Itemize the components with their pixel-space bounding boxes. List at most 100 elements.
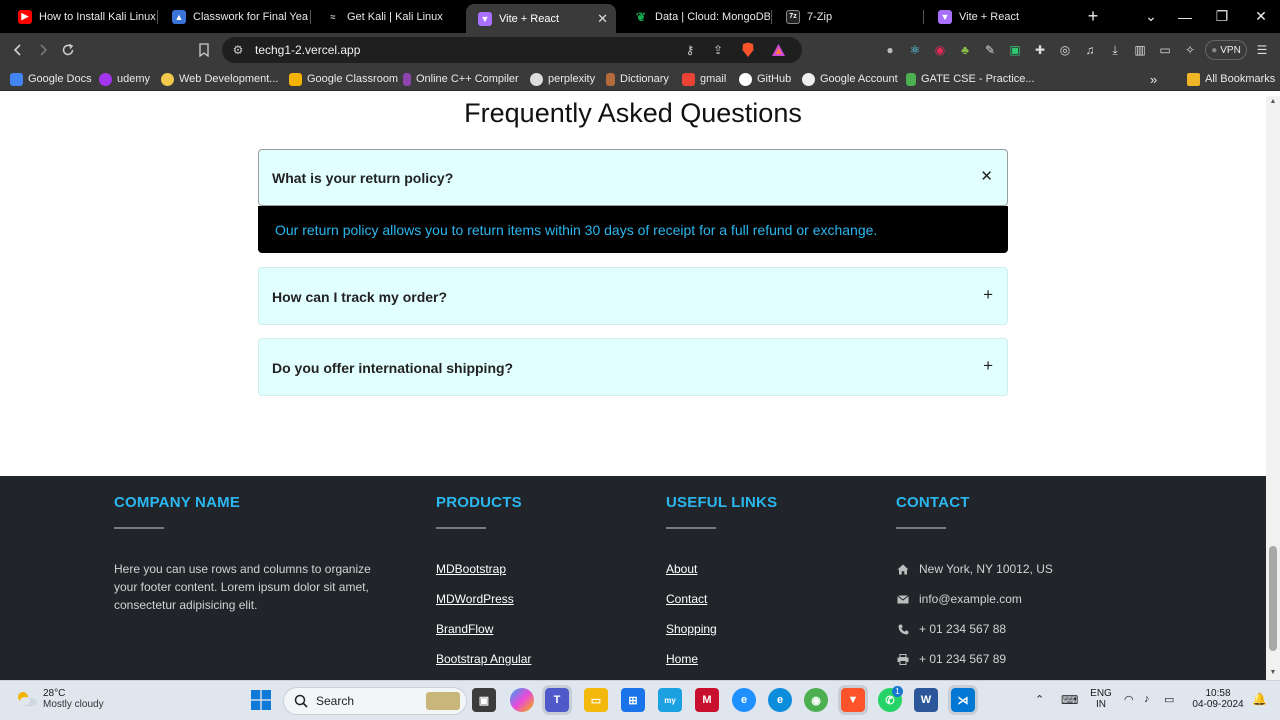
windows-start-icon[interactable] — [249, 688, 273, 712]
faq-question[interactable]: Do you offer international shipping? — [272, 360, 513, 376]
faq-item-international-shipping[interactable]: Do you offer international shipping? + — [258, 338, 1008, 396]
new-tab-button[interactable]: + — [1075, 0, 1111, 33]
weather-widget[interactable]: 28°C Mostly cloudy — [16, 688, 104, 710]
teams-icon[interactable]: T — [542, 685, 572, 715]
clock[interactable]: 10:58 04-09-2024 — [1188, 688, 1248, 710]
footer-link[interactable]: Bootstrap Angular — [436, 652, 531, 666]
bookmark-github[interactable]: GitHub — [739, 71, 791, 87]
sync-icon[interactable]: ◎ — [1057, 42, 1073, 58]
bookmark-gate-cse[interactable]: GATE CSE - Practice... — [906, 71, 1035, 87]
tab-classwork[interactable]: ▲ Classwork for Final Year C — [160, 0, 308, 33]
footer-link[interactable]: About — [666, 562, 697, 576]
compiler-icon — [403, 72, 411, 86]
close-window-button[interactable]: ✕ — [1243, 0, 1279, 33]
footer-link[interactable]: BrandFlow — [436, 622, 493, 636]
bookmark-page-button[interactable] — [193, 40, 215, 60]
forward-button[interactable] — [32, 40, 54, 60]
battery-icon[interactable]: ▭ — [1164, 693, 1174, 706]
footer-link[interactable]: Home — [666, 652, 698, 666]
vpn-button[interactable]: ● VPN — [1205, 40, 1247, 60]
maximize-button[interactable]: ❐ — [1204, 0, 1240, 33]
key-icon[interactable]: ⚷ — [682, 42, 698, 58]
page-scrollbar[interactable]: ▲ ▼ — [1266, 96, 1280, 680]
classroom-icon: ▲ — [172, 9, 186, 24]
chrome-icon[interactable]: ◉ — [804, 688, 828, 712]
scroll-down-icon[interactable]: ▼ — [1269, 669, 1277, 677]
tray-overflow-icon[interactable]: ⌃ — [1035, 693, 1044, 706]
bookmarks-overflow-button[interactable]: » — [1150, 71, 1157, 87]
taskbar-search[interactable]: Search — [283, 687, 467, 715]
wifi-icon[interactable]: ◠ — [1124, 693, 1134, 706]
android-icon[interactable]: ▣ — [1007, 42, 1023, 58]
plus-icon[interactable]: + — [983, 356, 993, 376]
tab-get-kali[interactable]: ≈ Get Kali | Kali Linux — [314, 0, 462, 33]
plus-icon[interactable]: + — [983, 285, 993, 305]
url-text[interactable]: techg1-2.vercel.app — [255, 43, 360, 57]
edge-icon[interactable]: e — [768, 688, 792, 712]
microsoft-store-icon[interactable]: ⊞ — [621, 688, 645, 712]
music-icon[interactable]: ♫ — [1082, 42, 1098, 58]
vscode-icon[interactable]: ⋊ — [948, 685, 978, 715]
puzzle-icon[interactable]: ✚ — [1032, 42, 1048, 58]
menu-icon[interactable]: ☰ — [1254, 42, 1270, 58]
bookmark-google-account[interactable]: Google Account — [802, 71, 898, 87]
extension-icon[interactable]: ● — [882, 42, 898, 58]
pen-icon[interactable]: ✎ — [982, 42, 998, 58]
site-info-icon[interactable]: ⚙ — [230, 42, 246, 58]
leo-ai-icon[interactable]: ✧ — [1182, 42, 1198, 58]
word-icon[interactable]: W — [914, 688, 938, 712]
bookmark-google-docs[interactable]: Google Docs — [10, 71, 92, 87]
brave-shields-icon[interactable] — [740, 42, 756, 58]
tab-7zip[interactable]: 7z 7-Zip — [774, 0, 922, 33]
close-tab-icon[interactable]: ✕ — [597, 11, 608, 27]
bookmark-perplexity[interactable]: perplexity — [530, 71, 595, 87]
edge-beta-icon[interactable]: e — [732, 688, 756, 712]
back-button[interactable] — [7, 40, 29, 60]
brave-rewards-icon[interactable] — [770, 42, 786, 58]
volume-icon[interactable]: ♪ — [1144, 693, 1150, 705]
footer-link[interactable]: MDBootstrap — [436, 562, 506, 576]
mcafee-icon[interactable]: M — [695, 688, 719, 712]
tab-vite-react-active[interactable]: ▼ Vite + React ✕ — [466, 4, 616, 33]
scroll-thumb[interactable] — [1269, 546, 1277, 651]
bookmark-cpp-compiler[interactable]: Online C++ Compiler — [403, 71, 519, 87]
perplexity-icon — [530, 72, 543, 86]
faq-item-return-policy[interactable]: What is your return policy? ✕ — [258, 149, 1008, 206]
faq-item-track-order[interactable]: How can I track my order? + — [258, 267, 1008, 325]
footer-link[interactable]: Shopping — [666, 622, 717, 636]
share-icon[interactable]: ⇪ — [710, 42, 726, 58]
scroll-up-icon[interactable]: ▲ — [1269, 98, 1277, 106]
file-explorer-icon[interactable]: ▭ — [584, 688, 608, 712]
wallet-icon[interactable]: ▭ — [1157, 42, 1173, 58]
notification-bell-icon[interactable]: 🔔 — [1252, 692, 1267, 706]
tab-vite-react-2[interactable]: ▼ Vite + React — [926, 0, 1074, 33]
bookmark-gmail[interactable]: gmail — [682, 71, 726, 87]
reload-button[interactable] — [57, 40, 79, 60]
sidebar-icon[interactable]: ▥ — [1132, 42, 1148, 58]
brave-icon[interactable]: ▼ — [838, 685, 868, 715]
mylogin-icon[interactable]: my — [658, 688, 682, 712]
tree-extension-icon[interactable]: ♣ — [957, 42, 973, 58]
footer-link[interactable]: Contact — [666, 592, 707, 606]
tab-kali-install[interactable]: ▶ How to Install Kali Linux i — [6, 0, 156, 33]
download-icon[interactable]: ⤓ — [1107, 42, 1123, 58]
recorder-icon[interactable]: ◉ — [932, 42, 948, 58]
address-bar[interactable]: ⚙ techg1-2.vercel.app ⚷ ⇪ — [222, 37, 802, 63]
bookmark-web-development[interactable]: Web Development... — [161, 71, 278, 87]
footer-link[interactable]: MDWordPress — [436, 592, 514, 606]
minimize-button[interactable]: — — [1167, 0, 1203, 33]
task-view-icon[interactable]: ▣ — [472, 688, 496, 712]
tab-mongodb[interactable]: ❦ Data | Cloud: MongoDB C — [622, 0, 770, 33]
all-bookmarks-folder[interactable]: All Bookmarks — [1187, 71, 1275, 87]
faq-question[interactable]: How can I track my order? — [272, 289, 447, 305]
keyboard-icon[interactable]: ⌨ — [1061, 693, 1078, 707]
faq-question[interactable]: What is your return policy? — [272, 170, 453, 186]
close-icon[interactable]: ✕ — [980, 167, 993, 185]
bookmark-google-classroom[interactable]: Google Classroom — [289, 71, 398, 87]
copilot-icon[interactable] — [510, 688, 534, 712]
tab-list-button[interactable]: ⌄ — [1133, 0, 1169, 33]
react-devtools-icon[interactable]: ⚛ — [907, 42, 923, 58]
language-indicator[interactable]: ENG IN — [1088, 688, 1114, 710]
bookmark-dictionary[interactable]: Dictionary — [606, 71, 669, 87]
bookmark-udemy[interactable]: udemy — [99, 71, 150, 87]
